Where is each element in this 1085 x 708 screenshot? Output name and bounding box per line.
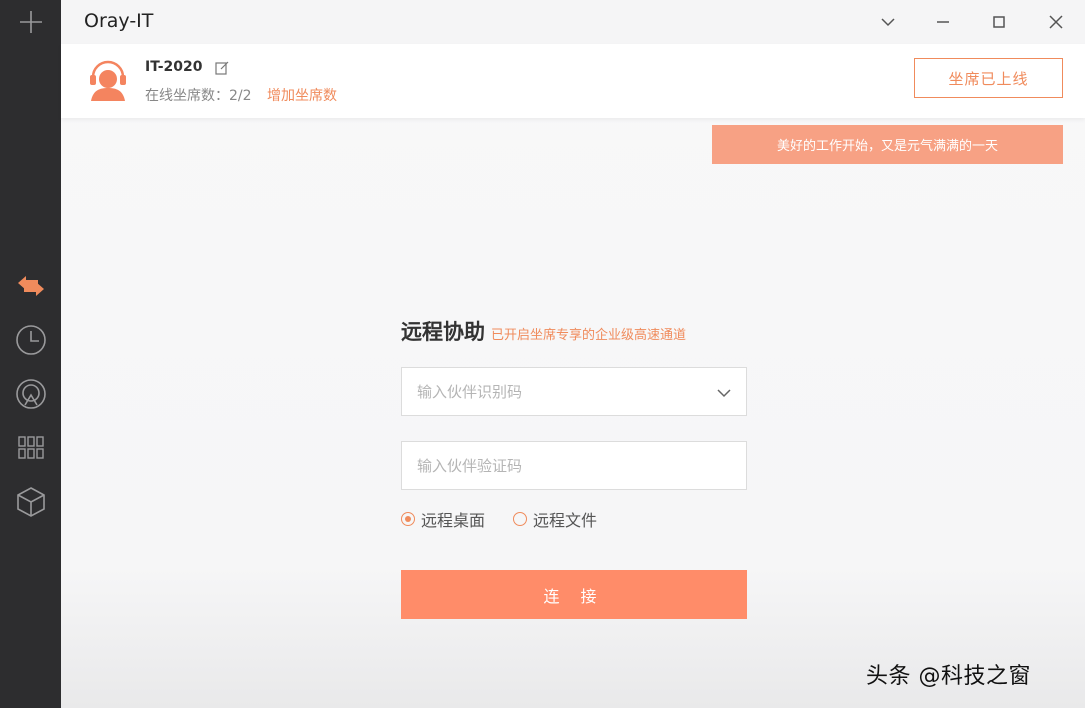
title-bar: Oray-IT — [61, 0, 1085, 44]
remote-assist-subtitle: 已开启坐席专享的企业级高速通道 — [491, 328, 687, 343]
support-agent-icon — [90, 60, 126, 101]
mode-remote-desktop-radio[interactable]: 远程桌面 — [401, 507, 485, 531]
mode-radio-group: 远程桌面 远程文件 — [401, 508, 625, 530]
dropdown-menu-button[interactable] — [874, 8, 902, 36]
minimize-icon — [937, 21, 949, 23]
grid-icon — [17, 436, 44, 459]
sidebar-item-history[interactable] — [0, 318, 61, 362]
partner-id-input[interactable] — [402, 368, 746, 415]
radio-label-file: 远程文件 — [533, 511, 598, 530]
sidebar — [0, 0, 61, 708]
broadcast-icon — [15, 379, 46, 409]
minimize-button[interactable] — [929, 8, 957, 36]
sidebar-item-devices[interactable] — [0, 480, 61, 524]
user-bar: IT-2020 在线坐席数：2/2 增加坐席数 坐席已上线 — [61, 44, 1085, 118]
mode-remote-file-radio[interactable]: 远程文件 — [513, 507, 597, 531]
close-icon — [1049, 15, 1063, 29]
chevron-down-icon — [881, 18, 895, 27]
seat-count-text: 在线坐席数：2/2 — [145, 88, 252, 104]
remote-assist-heading: 远程协助 已开启坐席专享的企业级高速通道 — [401, 316, 686, 346]
close-button[interactable] — [1042, 8, 1070, 36]
radio-checked-icon — [401, 512, 415, 526]
edit-name-button[interactable] — [215, 60, 229, 75]
sidebar-item-remote-assist[interactable] — [0, 264, 61, 308]
sidebar-item-apps[interactable] — [0, 426, 61, 470]
greeting-banner: 美好的工作开始，又是元气满满的一天 — [712, 125, 1063, 164]
remote-assist-title: 远程协助 — [401, 320, 485, 344]
user-name: IT-2020 — [145, 59, 203, 75]
plus-icon — [19, 11, 42, 33]
sidebar-item-broadcast[interactable] — [0, 372, 61, 416]
chevron-down-icon[interactable] — [716, 385, 732, 401]
main-panel: Oray-IT IT-2020 在线坐席数：2/2 增加坐席数 坐席已上线 美好… — [61, 0, 1085, 708]
partner-code-field[interactable] — [401, 441, 747, 490]
connect-button[interactable]: 连 接 — [401, 570, 747, 619]
watermark-text: 头条 @科技之窗 — [866, 664, 1031, 689]
radio-unchecked-icon — [513, 512, 528, 526]
partner-id-field[interactable] — [401, 367, 747, 416]
maximize-button[interactable] — [985, 8, 1013, 36]
maximize-icon — [993, 16, 1005, 28]
edit-icon — [215, 61, 229, 75]
radio-label-desktop: 远程桌面 — [421, 511, 486, 530]
add-seats-link[interactable]: 增加坐席数 — [267, 85, 337, 105]
new-session-button[interactable] — [0, 0, 61, 44]
seat-online-button[interactable]: 坐席已上线 — [914, 58, 1063, 98]
clock-icon — [15, 325, 46, 355]
swap-arrows-icon — [17, 276, 44, 296]
avatar — [87, 59, 129, 101]
cube-icon — [16, 487, 45, 517]
app-title: Oray-IT — [84, 10, 154, 32]
partner-code-input[interactable] — [402, 442, 746, 489]
